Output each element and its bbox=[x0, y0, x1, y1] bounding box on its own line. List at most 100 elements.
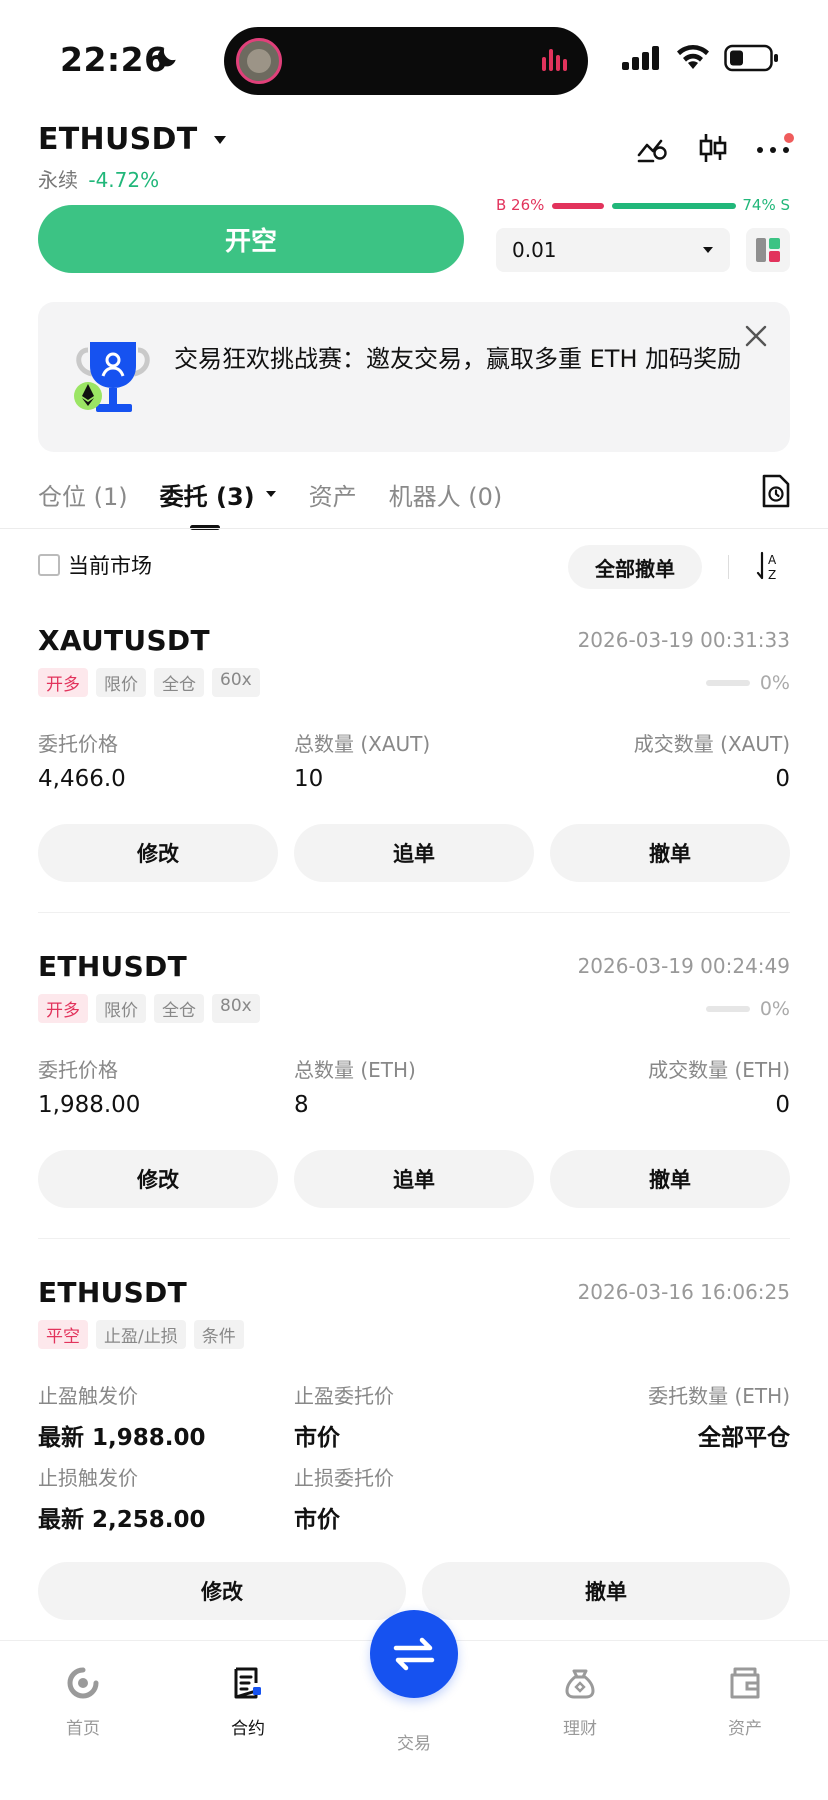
pair-name: ETHUSDT bbox=[38, 122, 198, 157]
tp-trigger-value: 最新 1,988.00 bbox=[38, 1425, 206, 1451]
quantity-select[interactable]: 0.01 bbox=[496, 228, 730, 272]
sell-ratio-bar bbox=[612, 203, 736, 209]
filled-qty-label: 成交数量 (XAUT) bbox=[633, 732, 790, 756]
order-history-icon[interactable] bbox=[760, 474, 790, 508]
more-dots-icon bbox=[757, 146, 789, 153]
nav-trade-label: 交易 bbox=[397, 1734, 431, 1754]
total-qty-label: 总数量 (XAUT) bbox=[294, 732, 431, 756]
order-time: 2026-03-19 00:24:49 bbox=[577, 954, 790, 978]
nav-trade[interactable]: 交易 bbox=[364, 1729, 464, 1754]
order-type-tag: 止盈/止损 bbox=[96, 1320, 186, 1349]
header-actions bbox=[636, 132, 794, 164]
battery-icon bbox=[724, 44, 778, 72]
nav-home-label: 首页 bbox=[66, 1719, 100, 1739]
card-divider bbox=[38, 912, 790, 913]
filled-qty-value: 0 bbox=[775, 1092, 790, 1118]
promo-text: 交易狂欢挑战赛：邀友交易，赢取多重 ETH 加码奖励 bbox=[174, 345, 742, 373]
buy-ratio-label: B 26% bbox=[496, 196, 545, 214]
nav-earn[interactable]: 理财 bbox=[530, 1665, 630, 1739]
nav-futures[interactable]: 合约 bbox=[198, 1665, 298, 1739]
sl-trigger-label: 止损触发价 bbox=[38, 1466, 138, 1490]
order-card: XAUTUSDT 2026-03-19 00:31:33 开多 限价 全仓 60… bbox=[38, 624, 790, 884]
side-tag: 平空 bbox=[38, 1320, 88, 1349]
sl-order-price-label: 止损委托价 bbox=[294, 1466, 394, 1490]
caret-down-icon bbox=[703, 247, 713, 253]
layout-toggle-button[interactable] bbox=[746, 228, 790, 272]
avatar bbox=[236, 38, 282, 84]
promo-banner[interactable]: 交易狂欢挑战赛：邀友交易，赢取多重 ETH 加码奖励 bbox=[38, 302, 790, 452]
leverage-tag: 60x bbox=[212, 668, 260, 697]
moon-icon bbox=[157, 48, 176, 67]
tp-order-price-value: 市价 bbox=[294, 1425, 340, 1451]
current-market-label: 当前市场 bbox=[68, 554, 152, 578]
margin-mode-tag: 全仓 bbox=[154, 668, 204, 697]
price-label: 委托价格 bbox=[38, 732, 118, 756]
signal-icon bbox=[622, 46, 659, 70]
sl-order-price-value: 市价 bbox=[294, 1507, 340, 1533]
close-icon[interactable] bbox=[744, 324, 768, 348]
trade-fab-button[interactable] bbox=[370, 1610, 458, 1698]
order-tags: 开多 限价 全仓 80x bbox=[38, 994, 260, 1023]
chase-button[interactable]: 追单 bbox=[294, 1150, 534, 1208]
pair-selector[interactable]: ETHUSDT bbox=[38, 122, 228, 157]
trophy-icon bbox=[74, 342, 150, 412]
tab-orders[interactable]: 委托 (3) bbox=[160, 477, 277, 530]
open-short-button[interactable]: 开空 bbox=[38, 205, 464, 273]
tab-assets[interactable]: 资产 bbox=[309, 477, 357, 512]
filled-qty-value: 0 bbox=[775, 766, 790, 792]
price-value: 1,988.00 bbox=[38, 1092, 141, 1118]
modify-button[interactable]: 修改 bbox=[38, 824, 278, 882]
swap-arrows-icon bbox=[393, 1637, 435, 1671]
total-qty-value: 8 bbox=[294, 1092, 309, 1118]
nav-home[interactable]: 首页 bbox=[33, 1665, 133, 1739]
fill-progress-value: 0% bbox=[759, 672, 790, 694]
modify-button[interactable]: 修改 bbox=[38, 1562, 406, 1620]
nav-assets[interactable]: 资产 bbox=[695, 1665, 795, 1739]
cancel-order-button[interactable]: 撤单 bbox=[422, 1562, 790, 1620]
buy-sell-ratio: B 26% 74% S bbox=[496, 196, 790, 218]
total-qty-value: 10 bbox=[294, 766, 324, 792]
side-tag: 开多 bbox=[38, 668, 88, 697]
fill-progress-bar bbox=[705, 1006, 750, 1012]
current-market-filter[interactable]: 当前市场 bbox=[38, 550, 152, 580]
divider bbox=[728, 555, 729, 579]
tp-trigger-label: 止盈触发价 bbox=[38, 1384, 138, 1408]
caret-down-icon bbox=[265, 491, 276, 497]
more-menu[interactable] bbox=[756, 132, 794, 158]
tab-positions[interactable]: 仓位 (1) bbox=[38, 477, 128, 512]
current-market-checkbox[interactable] bbox=[38, 554, 60, 576]
modify-button[interactable]: 修改 bbox=[38, 1150, 278, 1208]
sell-ratio-label: 74% S bbox=[742, 196, 790, 214]
buy-ratio-bar bbox=[552, 203, 604, 209]
order-tags: 平空 止盈/止损 条件 bbox=[38, 1320, 244, 1349]
card-divider bbox=[38, 1238, 790, 1239]
nav-earn-label: 理财 bbox=[563, 1719, 597, 1739]
sort-icon[interactable]: A Z bbox=[756, 550, 784, 582]
order-time: 2026-03-16 16:06:25 bbox=[577, 1280, 790, 1304]
total-qty-label: 总数量 (ETH) bbox=[294, 1058, 416, 1082]
svg-text:A: A bbox=[768, 553, 777, 567]
fill-progress: 0% bbox=[705, 672, 790, 694]
price-alert-icon[interactable] bbox=[636, 133, 670, 163]
candlestick-chart-icon[interactable] bbox=[698, 132, 728, 164]
svg-text:Z: Z bbox=[768, 568, 776, 582]
price-change: -4.72% bbox=[88, 168, 160, 192]
cancel-order-button[interactable]: 撤单 bbox=[550, 824, 790, 882]
price-value: 4,466.0 bbox=[38, 766, 126, 792]
home-icon bbox=[67, 1667, 99, 1699]
order-qty-label: 委托数量 (ETH) bbox=[648, 1384, 790, 1408]
sl-trigger-value: 最新 2,258.00 bbox=[38, 1507, 206, 1533]
tab-bots[interactable]: 机器人 (0) bbox=[389, 477, 503, 512]
cancel-order-button[interactable]: 撤单 bbox=[550, 1150, 790, 1208]
order-symbol: XAUTUSDT bbox=[38, 624, 210, 657]
order-qty-value: 全部平仓 bbox=[698, 1425, 790, 1451]
fill-progress: 0% bbox=[705, 998, 790, 1020]
order-tabs: 仓位 (1) 委托 (3) 资产 机器人 (0) bbox=[38, 474, 534, 530]
cancel-all-button[interactable]: 全部撤单 bbox=[568, 545, 702, 589]
order-type-tag: 限价 bbox=[96, 994, 146, 1023]
nav-assets-label: 资产 bbox=[728, 1719, 762, 1739]
contract-icon bbox=[234, 1667, 261, 1699]
contract-info: 永续 -4.72% bbox=[38, 164, 159, 193]
quantity-value: 0.01 bbox=[512, 238, 557, 262]
chase-button[interactable]: 追单 bbox=[294, 824, 534, 882]
